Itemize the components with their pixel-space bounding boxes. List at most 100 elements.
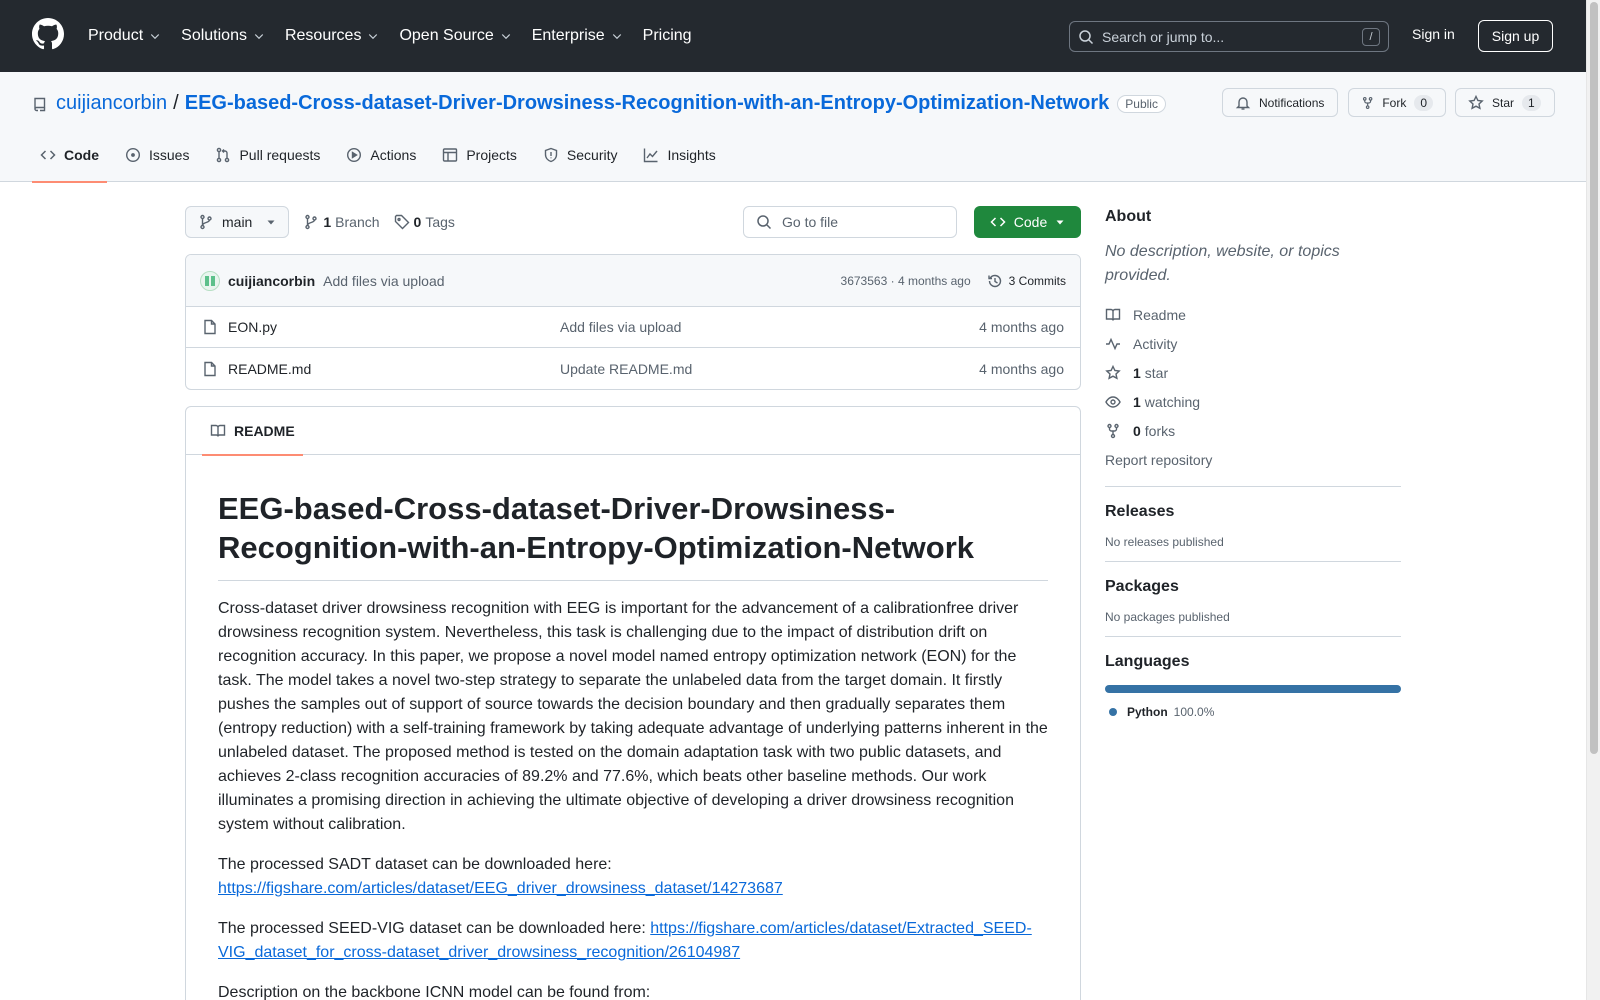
commit-message-link[interactable]: Add files via upload xyxy=(323,273,444,289)
file-name-link[interactable]: README.md xyxy=(228,361,311,377)
file-commit-date: 4 months ago xyxy=(979,360,1064,377)
eye-icon xyxy=(1105,395,1121,408)
nav-label: Open Source xyxy=(399,27,494,44)
nav-solutions[interactable]: Solutions xyxy=(181,27,265,45)
readme-link[interactable]: Readme xyxy=(1105,300,1401,329)
chevron-down-icon xyxy=(369,34,378,40)
scrollbar-thumb[interactable] xyxy=(1590,2,1598,754)
branch-label: Branch xyxy=(335,214,380,230)
nav-product[interactable]: Product xyxy=(88,27,161,45)
branch-icon xyxy=(305,214,318,230)
fork-icon xyxy=(1107,423,1119,438)
readme-content: EEG-based-Cross-dataset-Driver-Drowsines… xyxy=(186,455,1080,1000)
file-name-link[interactable]: EON.py xyxy=(228,319,277,335)
repo-icon xyxy=(34,97,46,111)
caret-down-icon xyxy=(1056,220,1064,225)
language-item-python[interactable]: Python 100.0% xyxy=(1105,705,1401,719)
language-bar[interactable] xyxy=(1105,685,1401,693)
language-color-dot xyxy=(1109,708,1117,716)
nav-resources[interactable]: Resources xyxy=(285,27,379,45)
file-commit-date: 4 months ago xyxy=(979,319,1064,335)
file-icon xyxy=(204,361,216,376)
commit-author-link[interactable]: cuijiancorbin xyxy=(228,273,315,289)
watching-count: 1 xyxy=(1133,393,1141,410)
author-avatar[interactable] xyxy=(200,270,220,291)
code-dropdown-button[interactable]: Code xyxy=(974,206,1081,238)
forks-count: 0 xyxy=(1133,422,1141,439)
nav-pricing[interactable]: Pricing xyxy=(643,27,692,45)
tag-count: 0 xyxy=(413,214,422,230)
tags-link[interactable]: 0 Tags xyxy=(394,214,455,230)
forks-link[interactable]: 0 forks xyxy=(1105,416,1401,445)
code-button-label: Code xyxy=(1013,214,1048,230)
notifications-button[interactable]: Notifications xyxy=(1222,88,1338,117)
tab-projects[interactable]: Projects xyxy=(434,128,525,182)
branch-name: main xyxy=(222,214,253,230)
readme-tab-label: README xyxy=(234,422,295,439)
book-icon xyxy=(210,424,226,437)
activity-link[interactable]: Activity xyxy=(1105,329,1401,358)
tab-issues[interactable]: Issues xyxy=(117,128,197,182)
commit-time: 4 months ago xyxy=(897,273,971,288)
repo-owner-link[interactable]: cuijiancorbin xyxy=(56,92,167,115)
readme-tab[interactable]: README xyxy=(202,407,303,456)
star-icon xyxy=(1105,364,1121,380)
pull-request-icon xyxy=(217,147,230,163)
github-logo-icon[interactable] xyxy=(32,18,64,50)
chevron-down-icon xyxy=(501,34,510,40)
notifications-label: Notifications xyxy=(1259,95,1325,110)
readme-abstract: Cross-dataset driver drowsiness recognit… xyxy=(218,599,1048,833)
sadt-text: The processed SADT dataset can be downlo… xyxy=(218,855,612,873)
graph-icon xyxy=(644,148,659,163)
chevron-down-icon xyxy=(254,34,264,40)
branch-selector[interactable]: main xyxy=(185,206,290,238)
tab-security[interactable]: Security xyxy=(535,128,626,182)
sign-in-link[interactable]: Sign in xyxy=(1412,26,1455,42)
main-content: main 1 Branch 0 Tags Go to file Code cui… xyxy=(185,206,1081,1000)
caret-down-icon xyxy=(267,220,275,225)
star-counter: 1 xyxy=(1522,94,1541,111)
repo-tabs: Code Issues Pull requests Actions Projec… xyxy=(32,128,734,183)
code-icon xyxy=(40,150,56,160)
nav-enterprise[interactable]: Enterprise xyxy=(532,27,623,45)
go-to-file-input[interactable]: Go to file xyxy=(743,206,957,238)
fork-button[interactable]: Fork 0 xyxy=(1348,88,1446,117)
repo-name-link[interactable]: EEG-based-Cross-dataset-Driver-Drowsines… xyxy=(185,92,1110,115)
readme-sadt-paragraph: The processed SADT dataset can be downlo… xyxy=(218,853,1048,901)
tab-code[interactable]: Code xyxy=(32,128,107,183)
activity-link-label: Activity xyxy=(1133,335,1178,352)
page-scrollbar[interactable] xyxy=(1586,0,1600,1000)
sign-up-button[interactable]: Sign up xyxy=(1478,20,1553,52)
forks-label: forks xyxy=(1144,422,1176,439)
packages-heading[interactable]: Packages xyxy=(1105,578,1401,596)
shield-icon xyxy=(544,147,558,163)
tab-actions[interactable]: Actions xyxy=(338,128,424,182)
nav-label: Solutions xyxy=(181,27,247,44)
watching-label: watching xyxy=(1144,393,1201,410)
file-row: EON.py Add files via upload 4 months ago xyxy=(186,307,1080,348)
file-commit-message-link[interactable]: Add files via upload xyxy=(560,319,681,335)
stars-link[interactable]: 1 star xyxy=(1105,358,1401,387)
repo-sidebar: About No description, website, or topics… xyxy=(1105,208,1401,719)
sadt-dataset-link[interactable]: https://figshare.com/articles/dataset/EE… xyxy=(218,880,783,897)
branch-icon xyxy=(200,214,212,230)
search-icon xyxy=(757,215,772,230)
tab-insights[interactable]: Insights xyxy=(635,128,723,182)
history-icon xyxy=(987,274,1001,287)
branches-link[interactable]: 1 Branch xyxy=(303,214,380,230)
global-header: Product Solutions Resources Open Source … xyxy=(0,0,1586,72)
star-button[interactable]: Star 1 xyxy=(1455,88,1555,117)
releases-heading[interactable]: Releases xyxy=(1105,503,1401,521)
nav-open-source[interactable]: Open Source xyxy=(399,27,511,45)
code-icon xyxy=(990,217,1006,227)
commits-history-link[interactable]: 3 Commits xyxy=(987,273,1066,289)
sidebar-divider xyxy=(1105,561,1401,562)
file-commit-message-link[interactable]: Update README.md xyxy=(560,361,692,377)
commit-sha-link[interactable]: 3673563 xyxy=(841,274,888,288)
go-to-file-placeholder: Go to file xyxy=(782,214,839,230)
global-search-input[interactable]: Search or jump to... / xyxy=(1069,21,1389,52)
fork-icon xyxy=(1362,96,1373,109)
tab-pull-requests[interactable]: Pull requests xyxy=(207,128,328,182)
report-repository-link[interactable]: Report repository xyxy=(1105,445,1401,474)
watchers-link[interactable]: 1 watching xyxy=(1105,387,1401,416)
